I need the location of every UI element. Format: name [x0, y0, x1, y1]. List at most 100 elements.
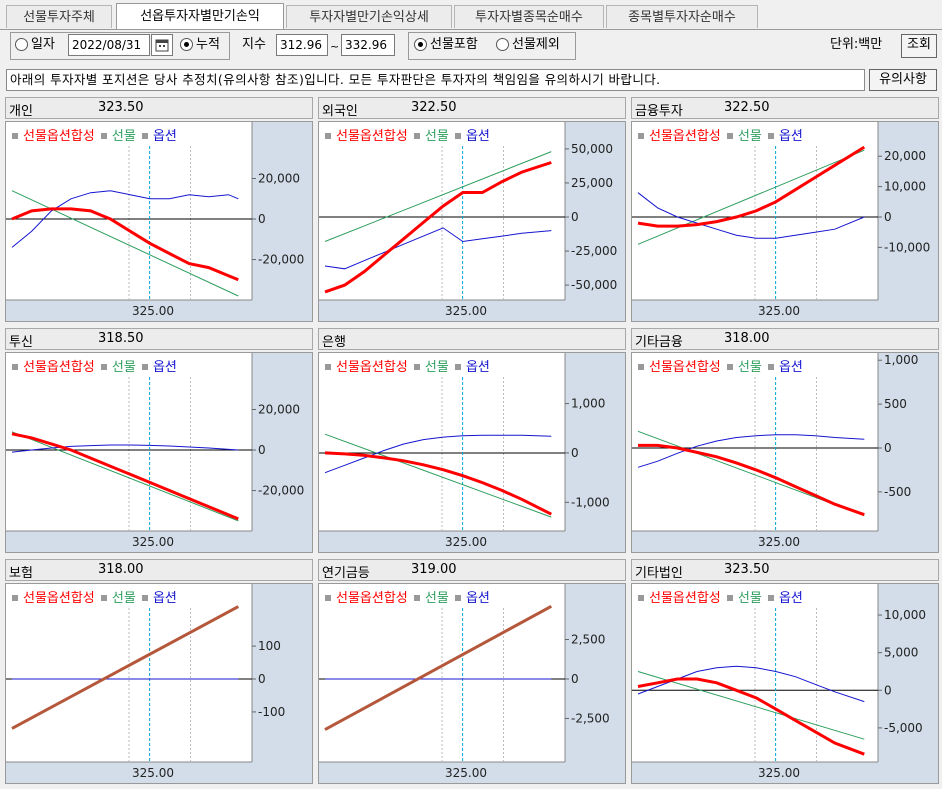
legend-marker: [141, 363, 148, 370]
x-axis-panel: [319, 762, 565, 783]
series-combined: [324, 604, 553, 731]
series-futures: [324, 151, 552, 242]
x-axis-panel: [632, 531, 878, 552]
legend-combined: 선물옵션합성: [649, 591, 721, 606]
y-tick-label: -50,000: [571, 278, 617, 292]
tab-futures-investor[interactable]: 선물투자주체: [6, 5, 112, 28]
legend-marker: [726, 363, 733, 370]
legend-marker: [12, 594, 18, 601]
legend-marker: [638, 132, 644, 139]
y-tick-label: 0: [258, 672, 266, 686]
legend-marker: [767, 363, 774, 370]
chart-svg: 1,000 500 0 -500 325.00: [632, 353, 938, 552]
legend-marker: [100, 132, 107, 139]
investor-name: 은행: [322, 335, 346, 350]
pnl-chart: 20,000 0 -20,000 325.00 선물옵션합성 선물 옵션: [5, 121, 313, 322]
y-tick-label: -10,000: [884, 240, 930, 254]
y-tick-label: 500: [884, 397, 907, 411]
chart-legend: 선물옵션합성 선물 옵션: [636, 587, 803, 606]
panel-insurance: 보험 318.00 100 0 -100 325.00 선물옵션합성 선물 옵션: [5, 559, 313, 784]
legend-marker: [12, 132, 18, 139]
chart-svg: 20,000 0 -20,000 325.00: [6, 353, 312, 552]
index-to-input[interactable]: 332.96: [341, 34, 395, 56]
tab-expiry-pnl-by-investor[interactable]: 선옵투자자별만기손익: [116, 3, 284, 30]
y-tick-label: 0: [571, 446, 579, 460]
y-tick-label: 20,000: [258, 172, 300, 186]
cumulative-radio[interactable]: [180, 38, 193, 51]
legend-futures: 선물: [111, 360, 136, 375]
x-tick-label: 325.00: [758, 304, 800, 318]
x-axis-panel: [6, 531, 252, 552]
panel-header: 외국인 322.50: [318, 97, 626, 119]
panel-header: 은행: [318, 328, 626, 350]
pnl-chart: 50,000 25,000 0 -25,000 -50,000 325.00 선물옵션합성 …: [318, 121, 626, 322]
chart-legend: 선물옵션합성 선물 옵션: [323, 587, 490, 606]
date-input[interactable]: 2022/08/31: [68, 34, 150, 56]
series-options: [637, 192, 865, 239]
investor-name: 기타금융: [635, 335, 683, 350]
x-tick-label: 325.00: [132, 766, 174, 780]
calendar-button[interactable]: [151, 34, 173, 56]
legend-futures: 선물: [111, 129, 136, 144]
legend-combined: 선물옵션합성: [23, 360, 95, 375]
panel-header: 투신 318.50: [5, 328, 313, 350]
tab-bar: 선물투자주체 선옵투자자별만기손익 투자자별만기손익상세 투자자별종목순매수 종…: [0, 0, 942, 30]
tab-investor-item-net-buy[interactable]: 투자자별종목순매수: [454, 5, 604, 28]
legend-combined: 선물옵션합성: [336, 591, 408, 606]
breakeven-value: 318.50: [98, 331, 144, 346]
index-range-tilde: ~: [330, 40, 340, 53]
breakeven-value: 322.50: [411, 100, 457, 115]
legend-marker: [141, 132, 148, 139]
y-tick-label: 10,000: [884, 180, 926, 194]
legend-options: 옵션: [152, 591, 177, 606]
daily-radio[interactable]: [15, 38, 28, 51]
breakeven-value: 323.50: [724, 562, 770, 577]
y-tick-label: -500: [884, 485, 911, 499]
exclude-futures-radio[interactable]: [496, 38, 509, 51]
x-tick-label: 325.00: [445, 304, 487, 318]
breakeven-value: 318.00: [98, 562, 144, 577]
legend-futures: 선물: [424, 360, 449, 375]
breakeven-value: 319.00: [411, 562, 457, 577]
legend-options: 옵션: [778, 591, 803, 606]
legend-marker: [12, 363, 18, 370]
cumulative-label: 누적: [196, 37, 220, 52]
pnl-chart: 20,000 0 -20,000 325.00 선물옵션합성 선물 옵션: [5, 352, 313, 553]
y-tick-label: -100: [258, 705, 285, 719]
tab-expiry-pnl-detail[interactable]: 투자자별만기손익상세: [286, 5, 452, 28]
x-tick-label: 325.00: [132, 535, 174, 549]
chart-legend: 선물옵션합성 선물 옵션: [10, 587, 177, 606]
legend-marker: [454, 594, 461, 601]
y-tick-label: 25,000: [571, 176, 613, 190]
calendar-icon: [155, 39, 169, 52]
tab-underline: [0, 29, 942, 30]
legend-marker: [413, 132, 420, 139]
panel-investment_trust: 투신 318.50 20,000 0 -20,000 325.00 선물옵션합성 선물 옵션: [5, 328, 313, 553]
y-tick-label: 2,500: [571, 633, 605, 647]
series-futures: [637, 671, 865, 740]
legend-futures: 선물: [424, 591, 449, 606]
legend-marker: [325, 363, 331, 370]
index-from-input[interactable]: 312.96: [276, 34, 328, 56]
legend-futures: 선물: [737, 360, 762, 375]
panel-header: 보험 318.00: [5, 559, 313, 581]
series-combined: [11, 605, 240, 730]
breakeven-value: 322.50: [724, 100, 770, 115]
investor-name: 보험: [9, 566, 33, 581]
chart-svg: 100 0 -100 325.00: [6, 584, 312, 783]
investor-name: 투신: [9, 335, 33, 350]
y-tick-label: 20,000: [258, 403, 300, 417]
panel-pension: 연기금등 319.00 2,500 0 -2,500 325.00 선물옵션합성 선물 옵션: [318, 559, 626, 784]
chart-svg: 20,000 10,000 0 -10,000 325.00: [632, 122, 938, 321]
x-tick-label: 325.00: [758, 766, 800, 780]
chart-svg: 2,500 0 -2,500 325.00: [319, 584, 625, 783]
series-combined: [324, 161, 552, 294]
tab-item-investor-net-buy[interactable]: 종목별투자자순매수: [606, 5, 758, 28]
legend-marker: [325, 594, 331, 601]
unit-label: 단위:백만: [830, 37, 883, 52]
legend-combined: 선물옵션합성: [23, 129, 95, 144]
include-futures-radio[interactable]: [414, 38, 427, 51]
notice-button[interactable]: 유의사항: [869, 69, 937, 91]
query-button[interactable]: 조회: [901, 34, 937, 58]
legend-options: 옵션: [152, 360, 177, 375]
